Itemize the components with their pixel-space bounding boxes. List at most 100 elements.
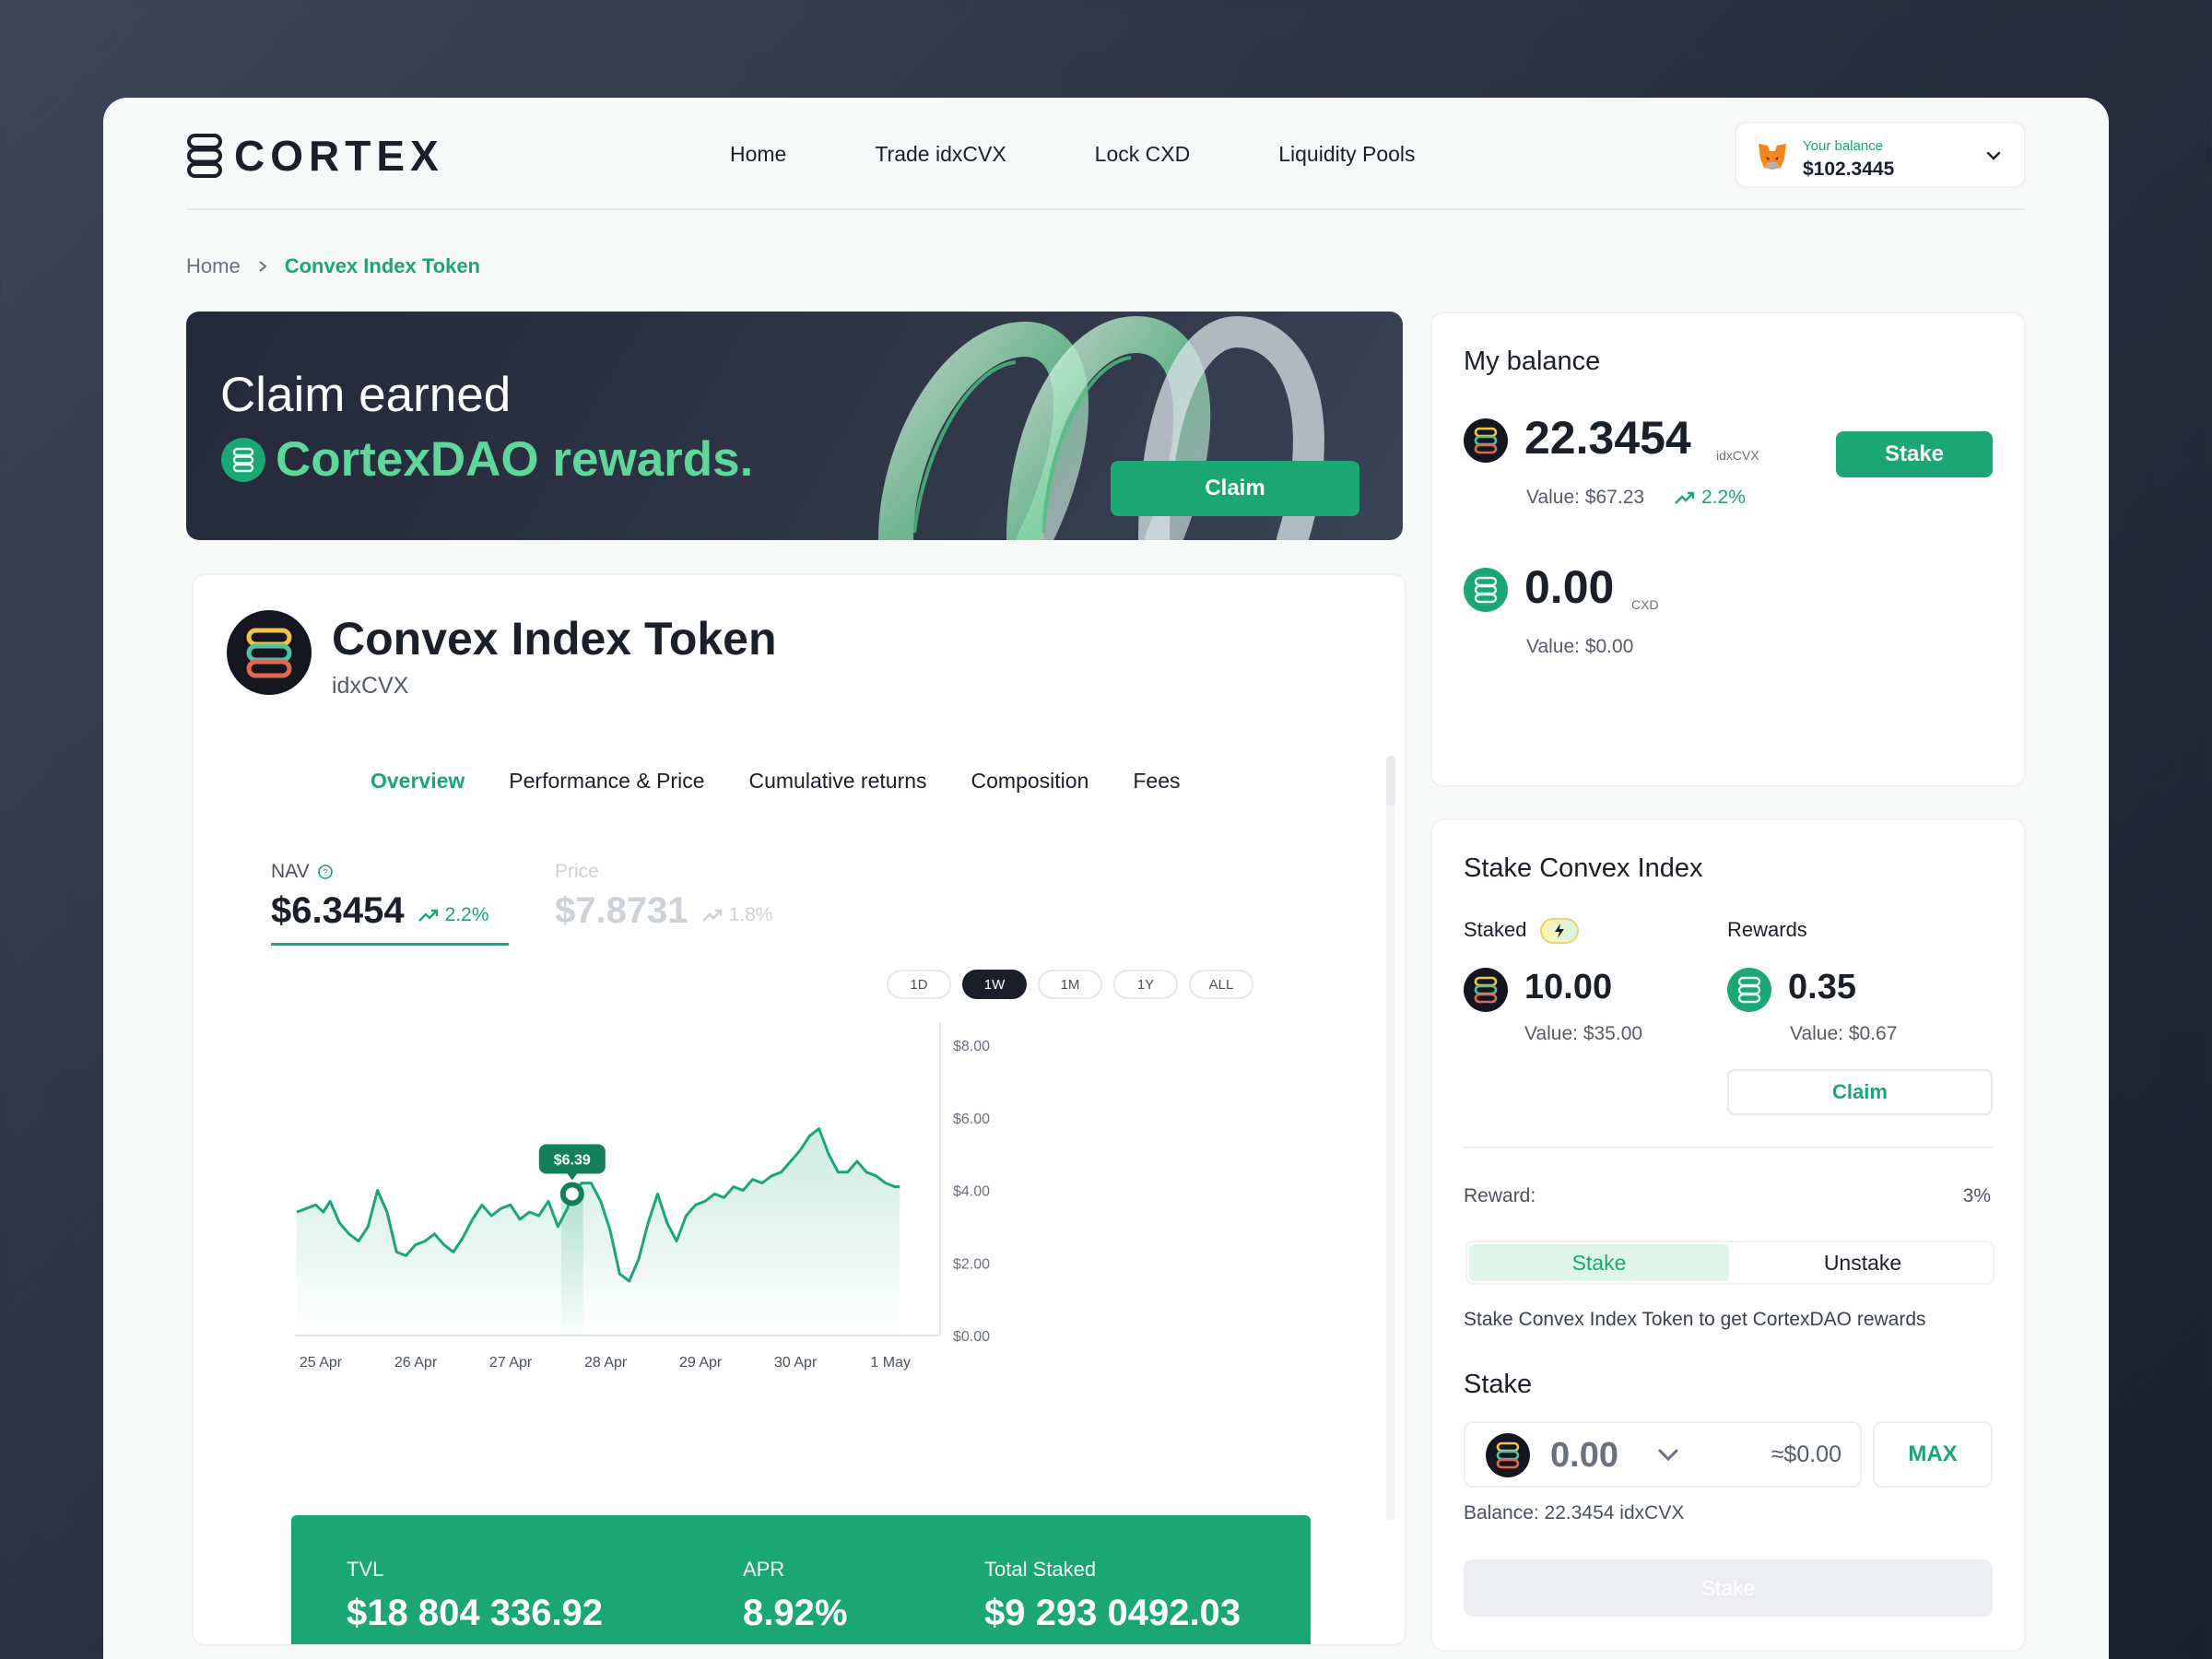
nav-chart[interactable]: $8.00 $6.00 $4.00 $2.00 $0.00 25 Apr 26 Apr 27 …: [286, 1018, 1207, 1386]
staked-value: Value: $35.00: [1524, 1023, 1643, 1044]
logo-text: CORTEX: [234, 132, 444, 180]
scrollbar-thumb[interactable]: [1386, 756, 1395, 806]
staked-amount: 10.00: [1524, 968, 1613, 1006]
help-icon[interactable]: ?: [317, 864, 334, 880]
y-tick-label: $8.00: [953, 1039, 990, 1054]
range-1y[interactable]: 1Y: [1113, 970, 1178, 999]
stake-unstake-toggle: Stake Unstake: [1465, 1241, 1994, 1285]
breadcrumb-home[interactable]: Home: [186, 254, 241, 278]
trend-up-icon: [701, 909, 722, 922]
range-1w[interactable]: 1W: [962, 970, 1027, 999]
stat-tvl-label: TVL: [347, 1558, 384, 1581]
x-tick-label: 25 Apr: [300, 1355, 343, 1371]
tab-cumulative-returns[interactable]: Cumulative returns: [749, 769, 927, 794]
stake-card: Stake Convex Index Staked Rewards 10.00 …: [1430, 818, 2026, 1652]
range-1m[interactable]: 1M: [1038, 970, 1102, 999]
nav-home[interactable]: Home: [730, 142, 786, 167]
nav-label-row: NAV ?: [271, 861, 509, 883]
x-tick-label: 30 Apr: [774, 1355, 818, 1371]
trend-up-icon: [1675, 491, 1695, 504]
banner-line2: CortexDAO rewards.: [220, 431, 753, 488]
chevron-down-icon: [1986, 151, 2001, 160]
price-value-row: $7.8731 1.8%: [555, 890, 772, 932]
stake-usd-estimate: ≈$0.00: [1771, 1441, 1841, 1467]
idxcvx-change: 2.2%: [1674, 487, 1746, 509]
tab-performance-price[interactable]: Performance & Price: [509, 769, 704, 794]
token-name: Convex Index Token: [332, 613, 777, 665]
y-tick-label: $4.00: [953, 1184, 990, 1200]
idxcvx-coin-icon: [1464, 968, 1508, 1012]
stake-button[interactable]: Stake: [1836, 431, 1993, 477]
cortex-logo[interactable]: CORTEX: [186, 131, 444, 181]
idxcvx-token-icon: [227, 610, 312, 695]
svg-text:?: ?: [323, 868, 328, 878]
staked-label-row: Staked: [1464, 918, 1579, 945]
top-header: CORTEX Home Trade idxCVX Lock CXD Liquid…: [186, 98, 2026, 210]
stat-apr: APR 8.92%: [743, 1558, 847, 1634]
divider: [1464, 1147, 1993, 1148]
reward-value: 3%: [1962, 1185, 1991, 1206]
x-tick-label: 29 Apr: [679, 1355, 723, 1371]
tooltip-arrow: [566, 1172, 578, 1181]
idxcvx-coin-icon: [1486, 1433, 1530, 1477]
cxd-balance: 0.00: [1524, 561, 1615, 613]
stat-apr-value: 8.92%: [743, 1593, 848, 1633]
price-metric[interactable]: Price $7.8731 1.8%: [555, 861, 772, 932]
banner-line1: Claim earned: [220, 368, 512, 422]
tab-overview[interactable]: Overview: [371, 769, 465, 794]
y-tick-label: $0.00: [953, 1329, 990, 1345]
cxd-unit: CXD: [1631, 597, 1659, 612]
price-label: Price: [555, 861, 599, 882]
nav-liquidity-pools[interactable]: Liquidity Pools: [1278, 142, 1415, 167]
nav-metric[interactable]: NAV ? $6.3454 2.2%: [271, 861, 509, 946]
lightning-icon: [1539, 918, 1579, 945]
x-tick-label: 26 Apr: [394, 1355, 438, 1371]
idxcvx-value: Value: $67.23: [1526, 487, 1645, 508]
token-tabs: Overview Performance & Price Cumulative …: [371, 769, 1181, 794]
idxcvx-change-value: 2.2%: [1701, 487, 1746, 508]
staked-label: Staked: [1464, 918, 1527, 941]
main-nav: Home Trade idxCVX Lock CXD Liquidity Poo…: [730, 142, 1416, 167]
range-1d[interactable]: 1D: [887, 970, 951, 999]
stake-amount-input[interactable]: 0.00 ≈$0.00: [1464, 1421, 1862, 1488]
stat-tvl-value: $18 804 336.92: [347, 1593, 604, 1633]
x-tick-label: 28 Apr: [584, 1355, 628, 1371]
chevron-down-icon[interactable]: [1655, 1443, 1681, 1467]
nav-label: NAV: [271, 861, 310, 882]
rewards-value: Value: $0.67: [1790, 1023, 1898, 1044]
stat-total-staked: Total Staked $9 293 0492.03: [984, 1558, 1241, 1634]
stake-card-title: Stake Convex Index: [1464, 853, 1703, 883]
stake-submit-button[interactable]: Stake: [1464, 1559, 1993, 1617]
rewards-amount: 0.35: [1788, 968, 1856, 1006]
tab-composition[interactable]: Composition: [971, 769, 1089, 794]
app-window: CORTEX Home Trade idxCVX Lock CXD Liquid…: [103, 98, 2109, 1659]
nav-trade[interactable]: Trade idxCVX: [875, 142, 1006, 167]
range-selector: 1D 1W 1M 1Y ALL: [887, 970, 1253, 999]
stats-bar: TVL $18 804 336.92 APR 8.92% Total Stake…: [291, 1515, 1311, 1644]
nav-active-underline: [271, 943, 509, 946]
stake-amount-value[interactable]: 0.00: [1550, 1436, 1618, 1476]
wallet-dropdown[interactable]: Your balance $102.3445: [1735, 122, 2026, 188]
my-balance-title: My balance: [1464, 347, 1601, 376]
y-tick-label: $6.00: [953, 1112, 990, 1127]
cxd-coin-icon: [221, 437, 265, 482]
stake-description: Stake Convex Index Token to get CortexDA…: [1464, 1309, 1926, 1330]
my-balance-card: My balance 22.3454 idxCVX Value: $67.23 …: [1430, 312, 2026, 787]
toggle-stake[interactable]: Stake: [1469, 1244, 1729, 1281]
breadcrumb: Home Convex Index Token: [186, 254, 480, 278]
stat-total-staked-value: $9 293 0492.03: [984, 1593, 1241, 1633]
toggle-unstake[interactable]: Unstake: [1733, 1244, 1993, 1281]
max-button[interactable]: MAX: [1873, 1421, 1993, 1488]
nav-lock[interactable]: Lock CXD: [1095, 142, 1191, 167]
range-all[interactable]: ALL: [1189, 970, 1253, 999]
x-tick-label: 27 Apr: [489, 1355, 533, 1371]
stat-apr-label: APR: [743, 1558, 785, 1581]
reward-label: Reward:: [1464, 1185, 1536, 1206]
logo-icon: [187, 134, 222, 178]
price-change-value: 1.8%: [728, 904, 773, 925]
banner-claim-button[interactable]: Claim: [1111, 461, 1359, 516]
y-tick-label: $2.00: [953, 1256, 990, 1272]
scroll-track[interactable]: [1386, 756, 1395, 1521]
tab-fees[interactable]: Fees: [1133, 769, 1180, 794]
claim-rewards-button[interactable]: Claim: [1727, 1069, 1993, 1115]
